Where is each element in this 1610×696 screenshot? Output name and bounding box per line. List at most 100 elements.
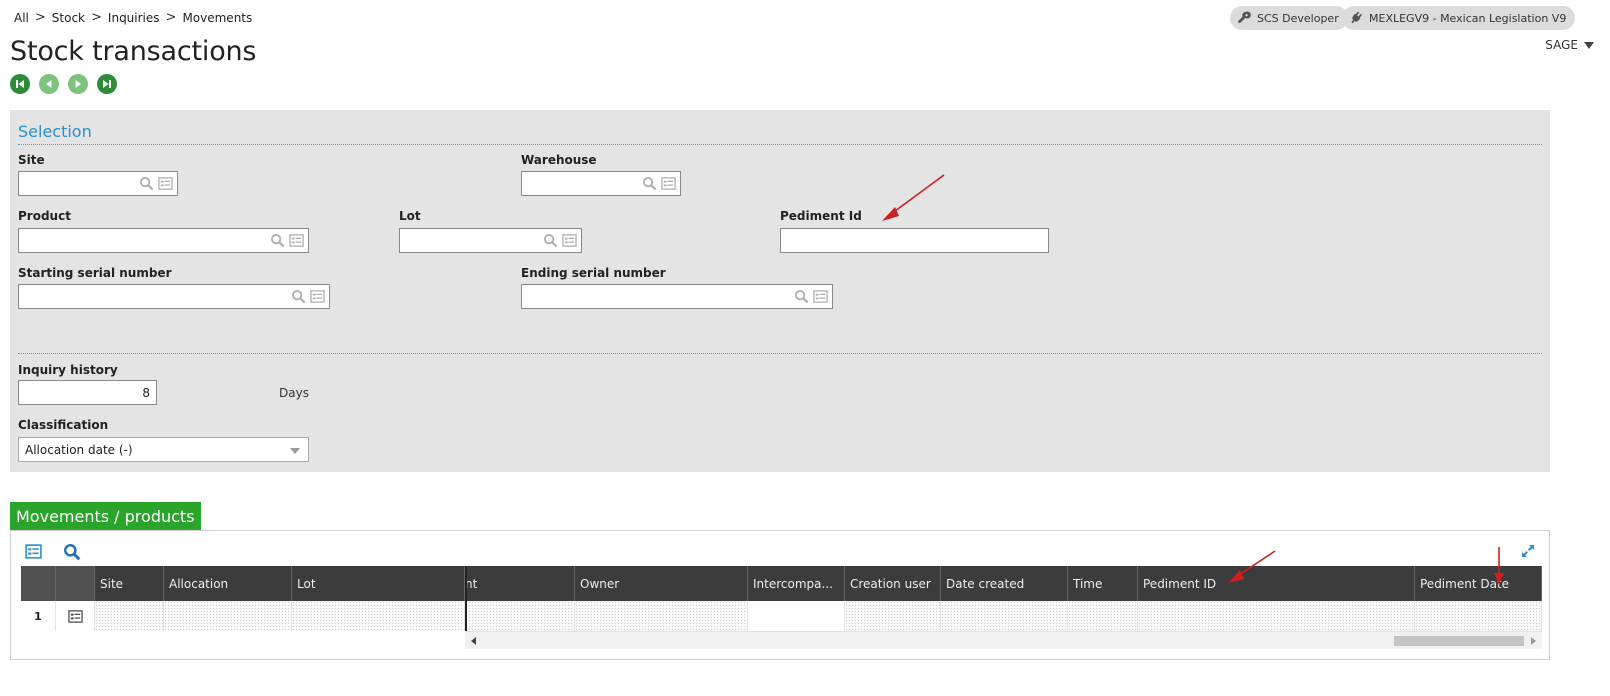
wrench-icon — [1237, 11, 1251, 24]
column-header — [56, 566, 95, 601]
detail-view-icon[interactable] — [25, 543, 42, 560]
cell-site[interactable] — [95, 601, 164, 631]
expand-icon[interactable] — [1520, 543, 1536, 559]
column-header-allocation[interactable]: Allocation — [164, 566, 292, 601]
cell-time[interactable] — [1068, 601, 1138, 631]
cell-allocation[interactable] — [164, 601, 292, 631]
starting-serial-field[interactable] — [18, 284, 330, 309]
pediment-id-label: Pediment Id — [780, 209, 862, 223]
detail-card-icon[interactable] — [813, 289, 828, 304]
search-icon[interactable] — [543, 233, 558, 248]
horizontal-scrollbar[interactable] — [465, 631, 1542, 649]
previous-record-icon[interactable] — [39, 74, 59, 94]
cell-partial[interactable] — [465, 601, 575, 631]
breadcrumb-separator: > — [34, 10, 46, 25]
cell-creation-user[interactable] — [845, 601, 941, 631]
dropdown-arrow-icon[interactable] — [290, 448, 300, 454]
row-detail-cell[interactable] — [56, 601, 95, 631]
detail-card-icon[interactable] — [661, 176, 676, 191]
classification-value: Allocation date (-) — [25, 443, 133, 457]
product-label: Product — [18, 209, 71, 223]
plug-icon — [1351, 11, 1362, 24]
search-icon[interactable] — [270, 233, 285, 248]
breadcrumb-item-stock[interactable]: Stock — [52, 11, 85, 25]
search-icon[interactable] — [794, 289, 809, 304]
detail-card-icon[interactable] — [562, 233, 577, 248]
folder-chip[interactable]: MEXLEGV9 - Mexican Legislation V9 — [1342, 6, 1576, 30]
column-header-owner[interactable]: Owner — [575, 566, 748, 601]
lot-label: Lot — [399, 209, 421, 223]
movements-grid: Site Allocation Lot nt Owner Intercompa.… — [10, 530, 1550, 660]
user-chip[interactable]: SCS Developer — [1230, 6, 1348, 30]
user-menu[interactable]: SAGE — [1545, 38, 1594, 52]
site-field[interactable] — [18, 171, 178, 196]
breadcrumb-item-movements[interactable]: Movements — [182, 11, 252, 25]
breadcrumb: All > Stock > Inquiries > Movements — [14, 10, 252, 25]
breadcrumb-separator: > — [91, 10, 102, 25]
warehouse-field[interactable] — [521, 171, 681, 196]
ending-serial-field[interactable] — [521, 284, 833, 309]
breadcrumb-item-all[interactable]: All — [14, 11, 29, 25]
folder-chip-label: MEXLEGV9 - Mexican Legislation V9 — [1369, 11, 1567, 25]
selection-panel: Selection Site Warehouse Product Lot Ped… — [10, 110, 1550, 472]
grid-header: Site Allocation Lot nt Owner Intercompa.… — [21, 566, 1542, 601]
column-header-intercompany[interactable]: Intercompa... — [748, 566, 845, 601]
column-header-date-created[interactable]: Date created — [941, 566, 1068, 601]
last-record-icon[interactable] — [97, 74, 117, 94]
scroll-left-icon[interactable] — [471, 637, 476, 645]
search-icon[interactable] — [63, 543, 81, 561]
cell-pediment-date[interactable] — [1415, 601, 1542, 631]
ending-serial-label: Ending serial number — [521, 266, 666, 280]
scrollbar-thumb[interactable] — [1394, 636, 1524, 646]
section-divider — [18, 144, 1542, 145]
column-header-lot[interactable]: Lot — [292, 566, 465, 601]
detail-card-icon[interactable] — [158, 176, 173, 191]
section-title-selection: Selection — [18, 122, 92, 141]
page-title: Stock transactions — [10, 36, 257, 67]
pediment-id-field[interactable] — [780, 228, 1049, 253]
caret-down-icon — [1584, 41, 1594, 49]
column-header-creation-user[interactable]: Creation user — [845, 566, 941, 601]
next-record-icon[interactable] — [68, 74, 88, 94]
frozen-column-divider — [465, 566, 467, 631]
section-divider — [18, 353, 1542, 354]
column-header-site[interactable]: Site — [95, 566, 164, 601]
days-unit-label: Days — [279, 386, 309, 400]
inquiry-history-field[interactable]: 8 — [18, 380, 157, 405]
cell-owner[interactable] — [575, 601, 748, 631]
classification-select[interactable]: Allocation date (-) — [18, 437, 309, 462]
row-number: 1 — [21, 601, 56, 631]
movements-products-tab[interactable]: Movements / products — [10, 502, 201, 530]
search-icon[interactable] — [291, 289, 306, 304]
breadcrumb-item-inquiries[interactable]: Inquiries — [108, 11, 160, 25]
cell-lot[interactable] — [292, 601, 465, 631]
inquiry-history-value: 8 — [142, 386, 150, 400]
cell-intercompany[interactable] — [748, 601, 845, 631]
cell-date-created[interactable] — [941, 601, 1068, 631]
lot-field[interactable] — [399, 228, 582, 253]
column-header — [21, 566, 56, 601]
detail-card-icon[interactable] — [289, 233, 304, 248]
table-row[interactable]: 1 — [21, 601, 1542, 631]
warehouse-label: Warehouse — [521, 153, 597, 167]
starting-serial-label: Starting serial number — [18, 266, 172, 280]
column-header-time[interactable]: Time — [1068, 566, 1138, 601]
classification-label: Classification — [18, 418, 109, 432]
product-field[interactable] — [18, 228, 309, 253]
inquiry-history-label: Inquiry history — [18, 363, 118, 377]
scroll-right-icon[interactable] — [1531, 637, 1536, 645]
search-icon[interactable] — [642, 176, 657, 191]
first-record-icon[interactable] — [10, 74, 30, 94]
column-header-partial[interactable]: nt — [465, 566, 575, 601]
record-navigation — [10, 74, 117, 94]
user-chip-label: SCS Developer — [1257, 11, 1339, 25]
user-menu-label: SAGE — [1545, 38, 1578, 52]
site-label: Site — [18, 153, 45, 167]
cell-pediment-id[interactable] — [1138, 601, 1415, 631]
search-icon[interactable] — [139, 176, 154, 191]
breadcrumb-separator: > — [165, 10, 177, 25]
detail-card-icon[interactable] — [310, 289, 325, 304]
column-header-pediment-date[interactable]: Pediment Date — [1415, 566, 1542, 601]
detail-card-icon[interactable] — [67, 609, 83, 624]
column-header-pediment-id[interactable]: Pediment ID — [1138, 566, 1415, 601]
